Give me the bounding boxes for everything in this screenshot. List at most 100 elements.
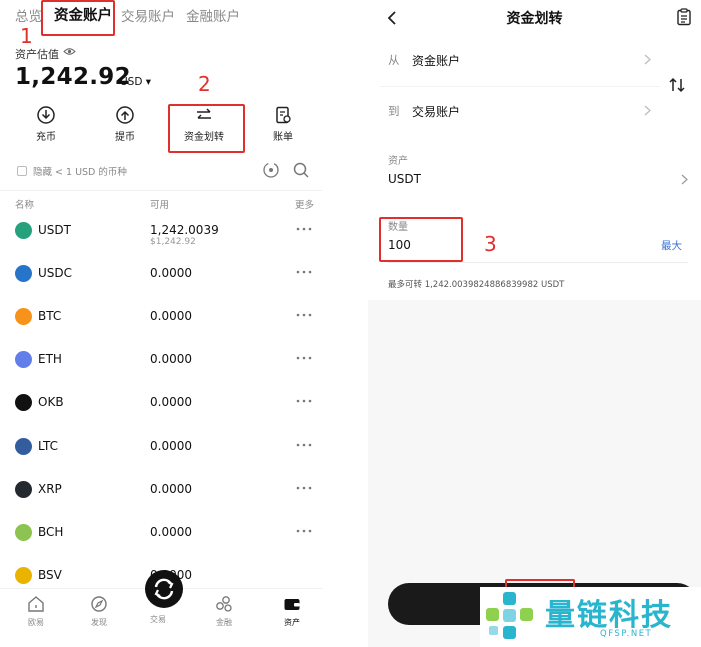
more-icon[interactable] xyxy=(296,351,312,365)
divider xyxy=(0,190,322,191)
coin-amount: 0.0000 xyxy=(150,309,192,323)
table-row[interactable]: OKB 0.0000 xyxy=(0,394,322,437)
more-icon[interactable] xyxy=(296,438,312,452)
table-row[interactable]: XRP 0.0000 xyxy=(0,481,322,524)
balance-value: 1,242.92 xyxy=(15,64,131,90)
btc-icon xyxy=(15,308,32,325)
max-transferable-text: 最多可转 1,242.0039824886839982 USDT xyxy=(388,280,565,290)
coin-symbol: BCH xyxy=(38,525,64,539)
transfer-screen: 资金划转 从 资金账户 到 交易账户 资产 USDT 数量 100 最大 3 最… xyxy=(368,0,701,647)
eth-icon xyxy=(15,351,32,368)
finance-icon xyxy=(216,596,232,612)
column-name: 名称 xyxy=(15,200,35,211)
trade-icon xyxy=(154,578,174,600)
refresh-icon[interactable] xyxy=(262,161,280,179)
coin-symbol: XRP xyxy=(38,482,62,496)
watermark-text: 量链科技 xyxy=(545,598,673,633)
nav-assets[interactable]: 资产 xyxy=(270,595,314,628)
nav-assets-label: 资产 xyxy=(284,618,300,627)
tab-finance-account[interactable]: 金融账户 xyxy=(186,5,240,25)
nav-discover[interactable]: 发现 xyxy=(77,595,121,628)
asset-label: 资产 xyxy=(388,156,408,167)
currency-selector[interactable]: USD ▾ xyxy=(120,76,151,88)
hide-small-balance-row: 隐藏 < 1 USD 的币种 xyxy=(0,158,322,184)
deposit-label: 充币 xyxy=(36,132,56,143)
chevron-right-icon xyxy=(644,105,651,116)
tab-trading-account[interactable]: 交易账户 xyxy=(121,5,175,25)
to-account-row[interactable]: 到 交易账户 xyxy=(380,87,660,137)
search-icon[interactable] xyxy=(292,161,310,179)
from-to-selector: 从 资金账户 到 交易账户 xyxy=(380,36,660,138)
to-account: 交易账户 xyxy=(412,105,461,119)
coin-symbol: USDC xyxy=(38,266,73,280)
asset-estimate-label: 资产估值 xyxy=(15,48,59,61)
deposit-icon xyxy=(37,106,55,124)
discover-icon xyxy=(91,596,107,612)
page-title: 资金划转 xyxy=(506,11,563,27)
withdraw-label: 提币 xyxy=(115,132,135,143)
more-icon[interactable] xyxy=(296,481,312,495)
coin-amount: 0.0000 xyxy=(150,482,192,496)
funding-account-screen: 总览 资金账户 交易账户 金融账户 1 资产估值 1,242.92 USD ▾ … xyxy=(0,0,322,647)
table-row[interactable]: ETH 0.0000 xyxy=(0,351,322,394)
table-row[interactable]: BCH 0.0000 xyxy=(0,524,322,567)
coin-amount: 0.0000 xyxy=(150,352,192,366)
nav-home[interactable]: 欧易 xyxy=(14,595,58,628)
wallet-icon xyxy=(284,599,300,610)
watermark-url: QFSP.NET xyxy=(600,629,653,639)
annotation-box-step3 xyxy=(379,217,463,262)
table-row[interactable]: USDT 1,242.0039 $1,242.92 xyxy=(0,222,322,265)
nav-finance[interactable]: 金融 xyxy=(202,595,246,628)
to-label: 到 xyxy=(388,104,400,118)
trade-button[interactable] xyxy=(145,570,183,608)
usdc-icon xyxy=(15,265,32,282)
coin-usd-value: $1,242.92 xyxy=(150,237,196,247)
more-icon[interactable] xyxy=(296,308,312,322)
bch-icon xyxy=(15,524,32,541)
more-icon[interactable] xyxy=(296,222,312,236)
annotation-step2: 2 xyxy=(198,72,211,96)
withdraw-button[interactable]: 提币 xyxy=(95,102,155,143)
table-row[interactable]: LTC 0.0000 xyxy=(0,438,322,481)
coin-amount: 0.0000 xyxy=(150,395,192,409)
history-icon[interactable] xyxy=(676,8,692,26)
asset-selector[interactable]: USDT xyxy=(388,172,421,186)
max-button[interactable]: 最大 xyxy=(661,238,682,253)
coin-amount: 0.0000 xyxy=(150,439,192,453)
eye-icon[interactable] xyxy=(63,47,76,56)
bill-icon xyxy=(276,106,291,124)
annotation-box-step1 xyxy=(41,0,115,36)
table-row[interactable]: BTC 0.0000 xyxy=(0,308,322,351)
from-account: 资金账户 xyxy=(412,54,461,68)
ltc-icon xyxy=(15,438,32,455)
nav-discover-label: 发现 xyxy=(91,618,107,627)
coin-symbol: USDT xyxy=(38,223,71,237)
coin-amount: 0.0000 xyxy=(150,266,192,280)
swap-icon[interactable] xyxy=(668,76,686,94)
more-icon[interactable] xyxy=(296,394,312,408)
table-row[interactable]: USDC 0.0000 xyxy=(0,265,322,308)
annotation-step3: 3 xyxy=(484,232,497,256)
coin-symbol: ETH xyxy=(38,352,62,366)
xrp-icon xyxy=(15,481,32,498)
bill-button[interactable]: 账单 xyxy=(253,102,313,143)
from-label: 从 xyxy=(388,53,400,67)
more-icon[interactable] xyxy=(296,524,312,538)
tab-overview[interactable]: 总览 xyxy=(15,5,42,25)
usdt-icon xyxy=(15,222,32,239)
coin-symbol: LTC xyxy=(38,439,59,453)
nav-trade-label: 交易 xyxy=(150,615,166,624)
hide-small-balance-checkbox[interactable] xyxy=(17,166,27,176)
annotation-box-step2 xyxy=(168,104,245,153)
more-icon[interactable] xyxy=(296,265,312,279)
action-row: 充币 提币 资金划转 账单 xyxy=(0,102,322,152)
from-account-row[interactable]: 从 资金账户 xyxy=(380,36,660,87)
nav-home-label: 欧易 xyxy=(28,618,44,627)
home-icon xyxy=(28,596,44,612)
coin-symbol: BTC xyxy=(38,309,62,323)
column-more: 更多 xyxy=(295,200,315,211)
deposit-button[interactable]: 充币 xyxy=(16,102,76,143)
hide-small-balance-label: 隐藏 < 1 USD 的币种 xyxy=(33,167,127,178)
bsv-icon xyxy=(15,567,32,584)
amount-underline xyxy=(388,262,688,263)
